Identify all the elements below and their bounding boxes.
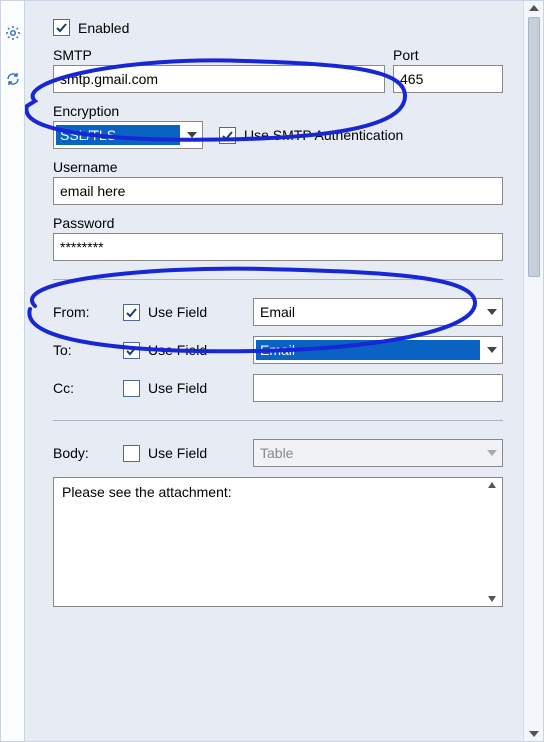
smtp-label: SMTP: [53, 47, 385, 63]
from-usefield-label: Use Field: [148, 304, 207, 320]
smtp-auth-checkbox[interactable]: Use SMTP Authentication: [219, 127, 403, 144]
encryption-label: Encryption: [53, 103, 503, 119]
cc-field-input[interactable]: [253, 374, 503, 402]
body-scrollbar[interactable]: [484, 482, 500, 602]
to-field-value: Email: [256, 340, 480, 360]
scroll-thumb[interactable]: [528, 17, 540, 277]
from-field-value: Email: [256, 302, 480, 322]
encryption-select[interactable]: SSL/TLS: [53, 121, 203, 149]
to-usefield-checkbox[interactable]: Use Field: [123, 342, 233, 359]
body-field-select: Table: [253, 439, 503, 467]
scroll-up-icon[interactable]: [529, 5, 539, 11]
scroll-up-icon[interactable]: [488, 482, 496, 488]
from-usefield-checkbox[interactable]: Use Field: [123, 304, 233, 321]
from-field-select[interactable]: Email: [253, 298, 503, 326]
refresh-icon[interactable]: [5, 71, 21, 87]
cc-usefield-checkbox[interactable]: Use Field: [123, 380, 233, 397]
port-input[interactable]: [393, 65, 503, 93]
body-textarea[interactable]: Please see the attachment:: [53, 477, 503, 607]
body-usefield-checkbox[interactable]: Use Field: [123, 445, 233, 462]
encryption-value: SSL/TLS: [56, 125, 180, 145]
cc-label: Cc:: [53, 380, 103, 396]
enabled-checkbox[interactable]: Enabled: [53, 19, 129, 36]
chevron-down-icon: [182, 132, 202, 138]
to-usefield-label: Use Field: [148, 342, 207, 358]
body-label: Body:: [53, 445, 103, 461]
port-label: Port: [393, 47, 503, 63]
to-label: To:: [53, 342, 103, 358]
smtp-input[interactable]: [53, 65, 385, 93]
separator: [53, 420, 503, 421]
gear-icon[interactable]: [5, 25, 21, 41]
body-text: Please see the attachment:: [62, 484, 232, 500]
password-label: Password: [53, 215, 503, 231]
body-field-value: Table: [256, 443, 480, 463]
enabled-label: Enabled: [78, 20, 129, 36]
scroll-down-icon[interactable]: [529, 731, 539, 737]
scroll-track[interactable]: [528, 17, 540, 725]
chevron-down-icon: [482, 347, 502, 353]
chevron-down-icon: [482, 450, 502, 456]
username-input[interactable]: [53, 177, 503, 205]
cc-usefield-label: Use Field: [148, 380, 207, 396]
separator: [53, 279, 503, 280]
left-toolbar: [1, 1, 25, 741]
chevron-down-icon: [482, 309, 502, 315]
panel-scrollbar[interactable]: [523, 1, 543, 741]
password-input[interactable]: [53, 233, 503, 261]
scroll-down-icon[interactable]: [488, 596, 496, 602]
from-label: From:: [53, 304, 103, 320]
smtp-auth-label: Use SMTP Authentication: [244, 127, 403, 143]
body-usefield-label: Use Field: [148, 445, 207, 461]
username-label: Username: [53, 159, 503, 175]
to-field-select[interactable]: Email: [253, 336, 503, 364]
smtp-settings-panel: Enabled SMTP Port Encryption SSL/TLS: [25, 1, 523, 741]
